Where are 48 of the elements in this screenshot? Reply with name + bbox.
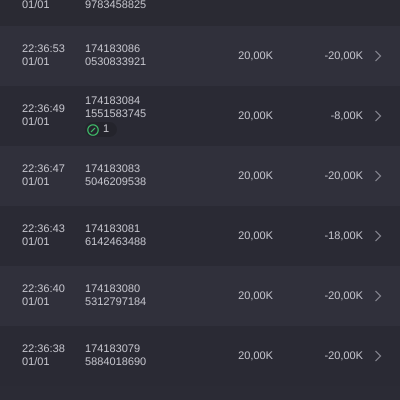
amount-text: 20,00K — [238, 50, 273, 62]
amount-text: 20,00K — [238, 170, 273, 182]
date-text: 01/01 — [22, 236, 51, 249]
time-text: 22:36:38 — [22, 343, 66, 356]
date-text: 01/01 — [22, 56, 51, 69]
time-text: 22:36:53 — [22, 43, 66, 56]
list-row[interactable]: 22:36:47 01/01 174183083 5046209538 20,00K -20,00K — [0, 146, 400, 206]
amount-text: 20,00K — [238, 110, 273, 122]
account-number: 0530833921 — [85, 56, 146, 69]
result-text: -18,00K — [324, 230, 363, 242]
chevron-right-icon — [374, 110, 382, 122]
date-text: 01/01 — [22, 296, 51, 309]
amount-text: 20,00K — [238, 230, 273, 242]
time-text: 22:36:40 — [22, 283, 66, 296]
chevron-right-icon — [374, 230, 382, 242]
account-number: 1551583745 — [85, 108, 146, 121]
amount-text: 20,00K — [238, 350, 273, 362]
date-text: 01/01 — [22, 0, 51, 11]
chevron-right-icon — [374, 170, 382, 182]
result-text: -8,00K — [330, 110, 363, 122]
date-text: 01/01 — [22, 116, 51, 129]
chevron-right-icon — [374, 350, 382, 362]
account-number: 5312797184 — [85, 296, 146, 309]
account-number: 6142463488 — [85, 236, 146, 249]
chevron-right-icon — [374, 290, 382, 302]
account-number: 5046209538 — [85, 176, 146, 189]
time-text: 22:36:47 — [22, 163, 66, 176]
chevron-right-icon — [374, 50, 382, 62]
order-id: 174183079 — [85, 343, 140, 356]
result-text: -20,00K — [324, 170, 363, 182]
order-id: 174183080 — [85, 283, 140, 296]
account-number: 5884018690 — [85, 356, 146, 369]
date-text: 01/01 — [22, 356, 51, 369]
date-text: 01/01 — [22, 176, 51, 189]
amount-text: 20,00K — [238, 290, 273, 302]
list-row[interactable]: 22:36:53 01/01 174183086 0530833921 20,00K -20,00K — [0, 26, 400, 86]
order-id: 174183083 — [85, 163, 140, 176]
order-id: 174183086 — [85, 43, 140, 56]
time-text: 22:36:43 — [22, 223, 66, 236]
order-id: 174183081 — [85, 223, 140, 236]
order-id: 174183084 — [85, 95, 140, 108]
list-row[interactable]: 22:36:40 01/01 174183080 5312797184 20,00K -20,00K — [0, 266, 400, 326]
result-text: -20,00K — [324, 290, 363, 302]
result-text: -20,00K — [324, 350, 363, 362]
account-number: 9783458825 — [85, 0, 146, 11]
result-text: -20,00K — [324, 50, 363, 62]
link-count-badge: 1 — [85, 122, 118, 137]
time-text: 22:36:49 — [22, 103, 66, 116]
